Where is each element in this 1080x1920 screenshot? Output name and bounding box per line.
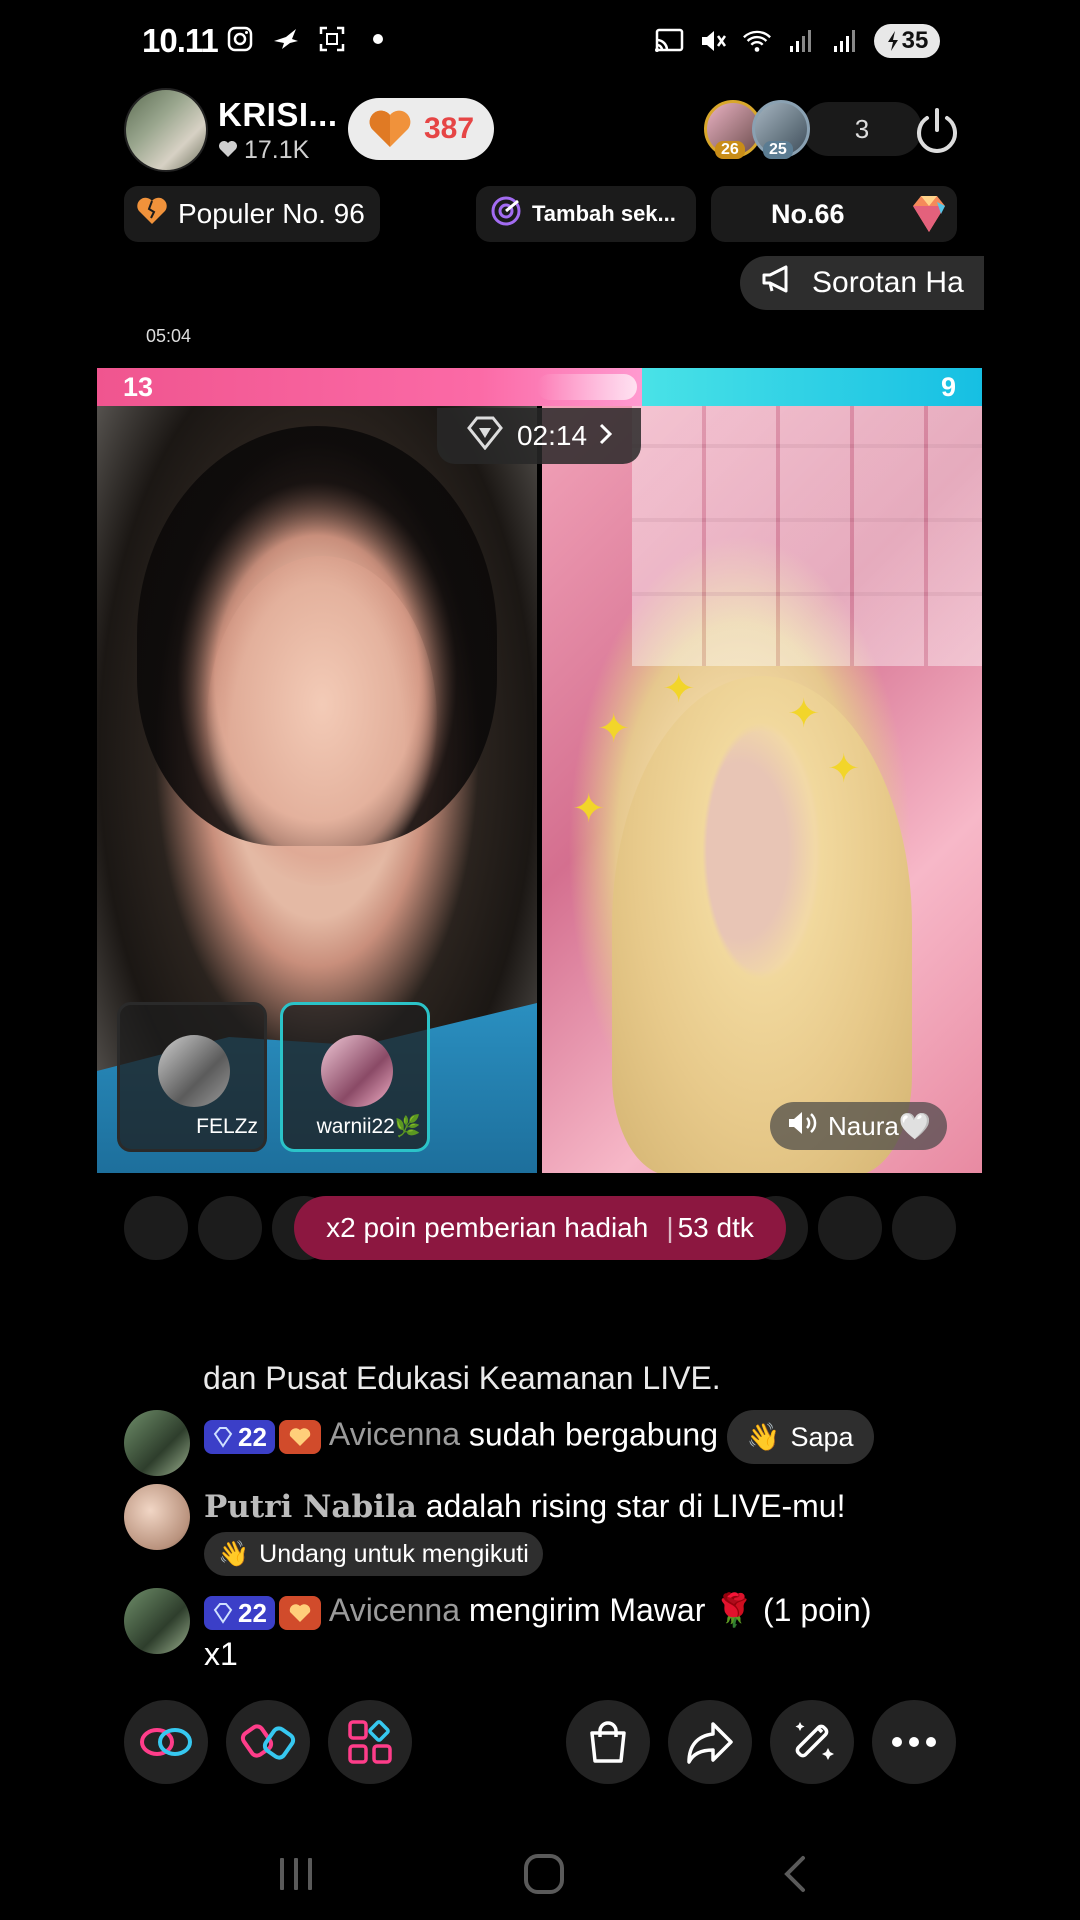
user-avatar[interactable] (124, 1588, 190, 1654)
battle-timer[interactable]: 02:14 (437, 408, 641, 464)
score-left-bar: 13 (97, 368, 642, 406)
contributor-avatar[interactable] (198, 1196, 262, 1260)
share-icon[interactable] (668, 1700, 752, 1784)
chat-message: 22 Avicenna sudah bergabung 👋 Sapa (124, 1410, 874, 1476)
star-icon: ✦ (597, 707, 631, 751)
apps-icon[interactable] (328, 1700, 412, 1784)
battery-icon: 35 (874, 24, 940, 58)
level-badge: 22 (204, 1595, 275, 1630)
chevron-right-icon (599, 420, 613, 452)
host-avatar[interactable] (124, 88, 208, 172)
elapsed-time: 05:04 (146, 326, 192, 346)
status-time: 10.11 (142, 22, 219, 59)
screenshot-icon (317, 24, 347, 54)
contributor-avatar[interactable] (818, 1196, 882, 1260)
guest-avatar (158, 1035, 230, 1107)
recent-apps-icon[interactable] (266, 1844, 326, 1904)
opponent-video[interactable]: ✦ ✦ ✦ ✦ ✦ (542, 406, 982, 1173)
chat-message-partial: dan Pusat Edukasi Keamanan LIVE. (203, 1360, 721, 1396)
guest-tile[interactable]: FELZz (117, 1002, 267, 1152)
sorotan-banner[interactable]: Sorotan Ha (740, 256, 984, 310)
speaker-icon (786, 1109, 818, 1144)
chat-message: 22 Avicenna mengirim Mawar 🌹 (1 poin) x1 (124, 1588, 871, 1676)
popular-badge[interactable]: Populer No. 96 (124, 186, 380, 242)
chat-username[interactable]: Putri Nabila (204, 1489, 417, 1525)
top-viewers[interactable]: 26 25 3 (704, 100, 922, 159)
shop-icon[interactable] (566, 1700, 650, 1784)
megaphone-icon (760, 264, 794, 302)
follow-button[interactable]: 387 (348, 98, 494, 160)
score-right: 9 (940, 372, 956, 402)
signal-icon (786, 26, 816, 56)
battle-icon[interactable] (226, 1700, 310, 1784)
dot-icon (363, 24, 393, 54)
sapa-button[interactable]: 👋 Sapa (726, 1410, 874, 1464)
home-icon[interactable] (514, 1844, 574, 1904)
user-avatar[interactable] (124, 1484, 190, 1550)
host-profile[interactable]: KRISI... 17.1K (124, 88, 338, 172)
chat-username[interactable]: Avicenna (329, 1592, 460, 1628)
diamond-level-icon (213, 1602, 233, 1624)
chat-text: sudah bergabung (468, 1416, 718, 1453)
cast-icon (654, 26, 684, 56)
wave-icon: 👋 (218, 1539, 250, 1568)
add-time-badge[interactable]: Tambah sek... (476, 186, 696, 242)
viewer-count[interactable]: 3 (802, 102, 922, 156)
magic-wand-icon[interactable] (770, 1700, 854, 1784)
star-icon: ✦ (827, 747, 861, 791)
rank-badge[interactable]: No.66 (711, 186, 957, 242)
chat-message: Putri Nabila adalah rising star di LIVE-… (124, 1484, 845, 1576)
follow-count: 387 (423, 112, 475, 145)
fan-heart-icon (278, 1420, 321, 1454)
target-icon (490, 195, 522, 233)
chat-username[interactable]: Avicenna (329, 1416, 460, 1452)
heart-icon (218, 136, 238, 165)
mute-icon (698, 26, 728, 56)
user-avatar[interactable] (124, 1410, 190, 1476)
battle-area: 13 9 ✦ ✦ ✦ ✦ ✦ 02:14 FELZz warnii22🌿 Nau… (97, 368, 982, 1173)
bottom-toolbar (124, 1700, 956, 1784)
fan-heart-icon (278, 1595, 321, 1630)
link-icon[interactable] (124, 1700, 208, 1784)
host-likes: 17.1K (218, 136, 338, 165)
guest-tile[interactable]: warnii22🌿 (280, 1002, 430, 1152)
status-bar: 10.11 35 (0, 0, 1080, 84)
score-right-bar: 9 (642, 368, 982, 406)
level-badge: 22 (204, 1420, 275, 1454)
contributor-avatar[interactable] (124, 1196, 188, 1260)
navigation-bar (0, 1830, 1080, 1910)
gem-icon (907, 194, 951, 241)
star-icon: ✦ (787, 692, 821, 736)
instagram-icon (225, 24, 255, 54)
score-left: 13 (123, 372, 154, 402)
diamond-level-icon (213, 1427, 233, 1448)
chat-text: mengirim Mawar 🌹 (1 poin) (468, 1592, 872, 1628)
wifi-icon (742, 26, 772, 56)
guest-avatar (321, 1035, 393, 1107)
signal-icon (830, 26, 860, 56)
diamond-icon (465, 416, 505, 457)
host-name[interactable]: KRISI... (218, 96, 338, 134)
score-bar: 13 9 (97, 368, 982, 406)
chat-text: adalah rising star di LIVE-mu! (425, 1488, 846, 1524)
power-icon[interactable] (910, 104, 964, 158)
more-icon[interactable] (872, 1700, 956, 1784)
broken-heart-icon (136, 196, 168, 233)
opponent-name-tag[interactable]: Naura🤍 (770, 1102, 948, 1150)
back-icon[interactable] (764, 1844, 824, 1904)
gift-bonus-banner[interactable]: x2 poin pemberian hadiah | 53 dtk (294, 1196, 786, 1260)
wave-icon: 👋 (746, 1422, 781, 1452)
star-icon: ✦ (572, 787, 606, 831)
bird-icon (271, 24, 301, 54)
gift-multiplier: x1 (204, 1636, 238, 1672)
invite-follow-button[interactable]: 👋 Undang untuk mengikuti (204, 1531, 543, 1576)
contributor-avatar[interactable] (892, 1196, 956, 1260)
viewer-avatar[interactable]: 25 (752, 100, 810, 159)
orange-heart-icon (369, 110, 411, 147)
star-icon: ✦ (662, 667, 696, 711)
